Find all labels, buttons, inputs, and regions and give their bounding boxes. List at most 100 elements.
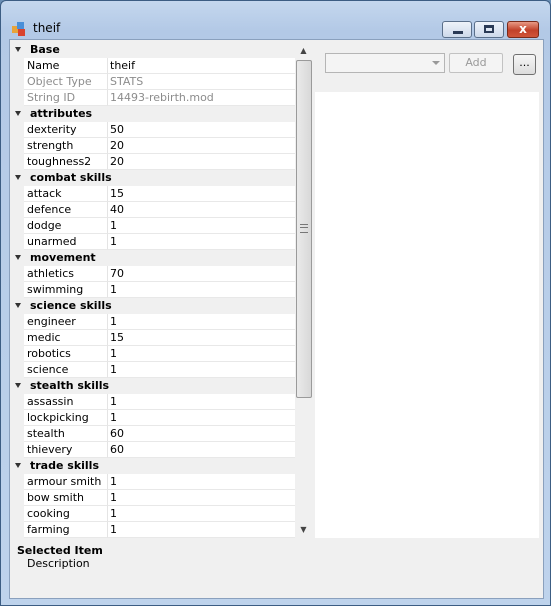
grid-row[interactable]: toughness2 20 [12, 154, 297, 170]
grid-row[interactable]: strength 20 [12, 138, 297, 154]
grid-row[interactable]: stealth 60 [12, 426, 297, 442]
grid-row-name[interactable]: lockpicking [24, 410, 108, 426]
grid-category[interactable]: science skills [12, 298, 295, 314]
grid-row-value[interactable]: 1 [108, 346, 297, 362]
collapse-icon[interactable] [15, 383, 21, 388]
scrollbar-thumb[interactable] [296, 60, 312, 398]
grid-row[interactable]: dexterity 50 [12, 122, 297, 138]
grid-row-name[interactable]: assassin [24, 394, 108, 410]
item-type-combo[interactable] [325, 53, 445, 73]
grid-row-value[interactable]: 1 [108, 314, 297, 330]
grid-row[interactable]: cooking 1 [12, 506, 297, 522]
grid-row-value[interactable]: 1 [108, 218, 297, 234]
title-bar[interactable]: theif x [1, 1, 550, 38]
grid-row[interactable]: Object Type STATS [12, 74, 297, 90]
grid-row-value[interactable]: 15 [108, 186, 297, 202]
grid-row-value[interactable]: 60 [108, 426, 297, 442]
grid-row-value[interactable]: 20 [108, 138, 297, 154]
grid-row-name[interactable]: strength [24, 138, 108, 154]
grid-row-name[interactable]: farming [24, 522, 108, 538]
grid-category[interactable]: movement [12, 250, 295, 266]
grid-row-name[interactable]: thievery [24, 442, 108, 458]
grid-row-value[interactable]: 1 [108, 506, 297, 522]
grid-row-value[interactable]: 1 [108, 410, 297, 426]
grid-category[interactable]: trade skills [12, 458, 295, 474]
collapse-icon[interactable] [15, 463, 21, 468]
grid-row-name[interactable]: cooking [24, 506, 108, 522]
grid-category[interactable]: Base [12, 42, 295, 58]
add-button[interactable]: Add [449, 53, 503, 73]
collapse-icon[interactable] [15, 255, 21, 260]
grid-row[interactable]: engineer 1 [12, 314, 297, 330]
grid-row[interactable]: String ID 14493-rebirth.mod [12, 90, 297, 106]
grid-row[interactable]: lockpicking 1 [12, 410, 297, 426]
close-button[interactable]: x [507, 21, 539, 38]
grid-row-name[interactable]: defence [24, 202, 108, 218]
grid-row-name[interactable]: String ID [24, 90, 108, 106]
property-grid-scrollbar[interactable]: ▲ ▼ [295, 42, 312, 538]
grid-row-name[interactable]: armour smith [24, 474, 108, 490]
grid-row-name[interactable]: swimming [24, 282, 108, 298]
grid-row-name[interactable]: medic [24, 330, 108, 346]
scroll-up-icon[interactable]: ▲ [295, 42, 312, 59]
grid-row-value[interactable]: 20 [108, 154, 297, 170]
app-icon[interactable] [12, 22, 26, 36]
grid-row[interactable]: athletics 70 [12, 266, 297, 282]
collapse-icon[interactable] [15, 47, 21, 52]
grid-row-name[interactable]: toughness2 [24, 154, 108, 170]
grid-row-value[interactable]: 1 [108, 234, 297, 250]
maximize-button[interactable] [474, 21, 504, 38]
grid-row-value[interactable]: STATS [108, 74, 297, 90]
collapse-icon[interactable] [15, 303, 21, 308]
grid-row-value[interactable]: 60 [108, 442, 297, 458]
grid-row[interactable]: armour smith 1 [12, 474, 297, 490]
grid-row[interactable]: swimming 1 [12, 282, 297, 298]
grid-row-name[interactable]: unarmed [24, 234, 108, 250]
collapse-icon[interactable] [15, 111, 21, 116]
grid-row-value[interactable]: 14493-rebirth.mod [108, 90, 297, 106]
grid-row-name[interactable]: science [24, 362, 108, 378]
grid-row-name[interactable]: dexterity [24, 122, 108, 138]
grid-row-value[interactable]: 1 [108, 490, 297, 506]
grid-row-value[interactable]: 15 [108, 330, 297, 346]
grid-row[interactable]: medic 15 [12, 330, 297, 346]
grid-row-name[interactable]: engineer [24, 314, 108, 330]
grid-row-name[interactable]: bow smith [24, 490, 108, 506]
grid-category[interactable]: attributes [12, 106, 295, 122]
grid-row[interactable]: attack 15 [12, 186, 297, 202]
grid-row-value[interactable]: theif [108, 58, 297, 74]
more-button[interactable]: ... [513, 54, 536, 75]
grid-row-value[interactable]: 1 [108, 362, 297, 378]
grid-row-value[interactable]: 70 [108, 266, 297, 282]
item-list-panel[interactable] [315, 92, 539, 538]
property-grid[interactable]: Base Name theif Object Type STATS String ID 14… [12, 42, 312, 538]
grid-row-name[interactable]: attack [24, 186, 108, 202]
grid-row-value[interactable]: 1 [108, 522, 297, 538]
grid-row-value[interactable]: 1 [108, 474, 297, 490]
minimize-button[interactable] [442, 21, 472, 38]
grid-row-name[interactable]: athletics [24, 266, 108, 282]
grid-row[interactable]: defence 40 [12, 202, 297, 218]
grid-row[interactable]: Name theif [12, 58, 297, 74]
grid-row-name[interactable]: robotics [24, 346, 108, 362]
grid-row[interactable]: bow smith 1 [12, 490, 297, 506]
grid-row[interactable]: thievery 60 [12, 442, 297, 458]
grid-category[interactable]: stealth skills [12, 378, 295, 394]
grid-row-value[interactable]: 1 [108, 394, 297, 410]
grid-category[interactable]: combat skills [12, 170, 295, 186]
grid-row-value[interactable]: 1 [108, 282, 297, 298]
grid-row-name[interactable]: Object Type [24, 74, 108, 90]
grid-row-name[interactable]: stealth [24, 426, 108, 442]
scroll-down-icon[interactable]: ▼ [295, 521, 312, 538]
grid-row-value[interactable]: 40 [108, 202, 297, 218]
grid-row[interactable]: farming 1 [12, 522, 297, 538]
grid-row[interactable]: dodge 1 [12, 218, 297, 234]
grid-row[interactable]: assassin 1 [12, 394, 297, 410]
grid-row[interactable]: unarmed 1 [12, 234, 297, 250]
grid-row-name[interactable]: dodge [24, 218, 108, 234]
grid-row-value[interactable]: 50 [108, 122, 297, 138]
grid-row[interactable]: robotics 1 [12, 346, 297, 362]
collapse-icon[interactable] [15, 175, 21, 180]
grid-row[interactable]: science 1 [12, 362, 297, 378]
grid-row-name[interactable]: Name [24, 58, 108, 74]
